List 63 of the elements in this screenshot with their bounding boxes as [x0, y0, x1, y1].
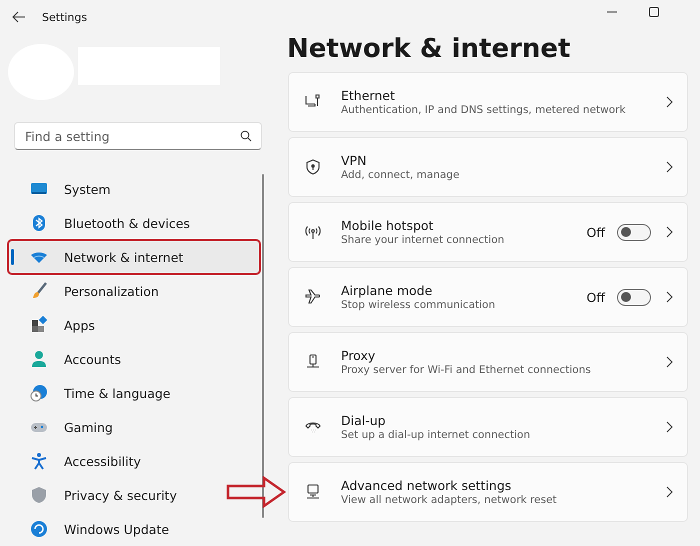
chevron-icon: [665, 96, 673, 108]
airplane-icon: [305, 289, 321, 305]
nav-item[interactable]: System: [8, 172, 260, 206]
chevron-icon: [665, 291, 673, 303]
maximize-icon[interactable]: [648, 6, 660, 18]
chevron-icon: [665, 421, 673, 433]
card-title: Airplane mode: [341, 283, 434, 298]
bluetooth-icon: [30, 214, 48, 232]
toggle-switch[interactable]: [617, 224, 651, 240]
nav-item[interactable]: Personalization: [8, 274, 260, 308]
card-title: VPN: [341, 153, 368, 168]
nav-item[interactable]: Network & internet: [8, 240, 260, 274]
nav-item[interactable]: Apps: [8, 308, 260, 342]
card-description: Share your internet connection: [341, 234, 506, 246]
nav-item[interactable]: Accounts: [8, 342, 260, 376]
card-description: Proxy server for Wi-Fi and Ethernet connections: [341, 364, 592, 376]
broadcast-icon: [305, 224, 321, 240]
card-title: Dial-up: [341, 413, 387, 428]
card-description: Add, connect, manage: [341, 169, 460, 181]
search-icon: [240, 130, 252, 142]
toggle-state-label: Off: [586, 224, 605, 240]
card-title: Mobile hotspot: [341, 218, 434, 233]
nav-item[interactable]: Time & language: [8, 376, 260, 410]
shield-icon: [30, 486, 48, 504]
search-field[interactable]: Find a setting: [14, 122, 262, 150]
paintbrush-icon: [30, 282, 48, 300]
computer-icon: [305, 484, 321, 500]
person-icon: [30, 350, 48, 368]
globe-clock-icon: [30, 384, 48, 402]
card-description: Stop wireless communication: [341, 299, 496, 311]
settings-card[interactable]: Advanced network settings View all network adapters, network reset: [288, 462, 688, 522]
settings-card[interactable]: Airplane mode Stop wireless communication Off: [288, 267, 688, 327]
settings-card[interactable]: Dial-up Set up a dial-up internet connection: [288, 397, 688, 457]
card-description: View all network adapters, network reset: [341, 494, 558, 506]
settings-card[interactable]: Proxy Proxy server for Wi-Fi and Ethernet connections: [288, 332, 688, 392]
back-arrow-icon[interactable]: [12, 11, 26, 23]
card-description: Set up a dial-up internet connection: [341, 429, 532, 441]
settings-card[interactable]: Ethernet Authentication, IP and DNS settings, metered network: [288, 72, 688, 132]
card-title: Advanced network settings: [341, 478, 512, 493]
apps-icon: [30, 316, 48, 334]
card-description: Authentication, IP and DNS settings, metered network: [341, 104, 627, 116]
shield-icon: [305, 159, 321, 175]
proxy-server-icon: [305, 354, 321, 370]
settings-card[interactable]: Mobile hotspot Share your internet connection Off: [288, 202, 688, 262]
nav-item[interactable]: Accessibility: [8, 444, 260, 478]
page-title: Network & internet: [287, 34, 572, 64]
nav-item[interactable]: Bluetooth & devices: [8, 206, 260, 240]
accessibility-icon: [30, 452, 48, 470]
toggle-state-label: Off: [586, 290, 605, 304]
chevron-icon: [665, 226, 673, 238]
chevron-icon: [665, 161, 673, 173]
card-title: Ethernet: [341, 88, 396, 103]
chevron-icon: [665, 356, 673, 368]
nav-item[interactable]: Privacy & security: [8, 478, 260, 512]
settings-card[interactable]: VPN Add, connect, manage: [288, 137, 688, 197]
nav-item[interactable]: Gaming: [8, 410, 260, 444]
toggle-switch[interactable]: [617, 288, 651, 306]
nav-item[interactable]: Windows Update: [8, 512, 260, 546]
window-title: Settings: [42, 10, 88, 24]
chevron-icon: [665, 486, 673, 498]
card-title: Proxy: [341, 348, 376, 363]
annotation-arrow: [226, 476, 286, 508]
update-icon: [30, 520, 48, 538]
